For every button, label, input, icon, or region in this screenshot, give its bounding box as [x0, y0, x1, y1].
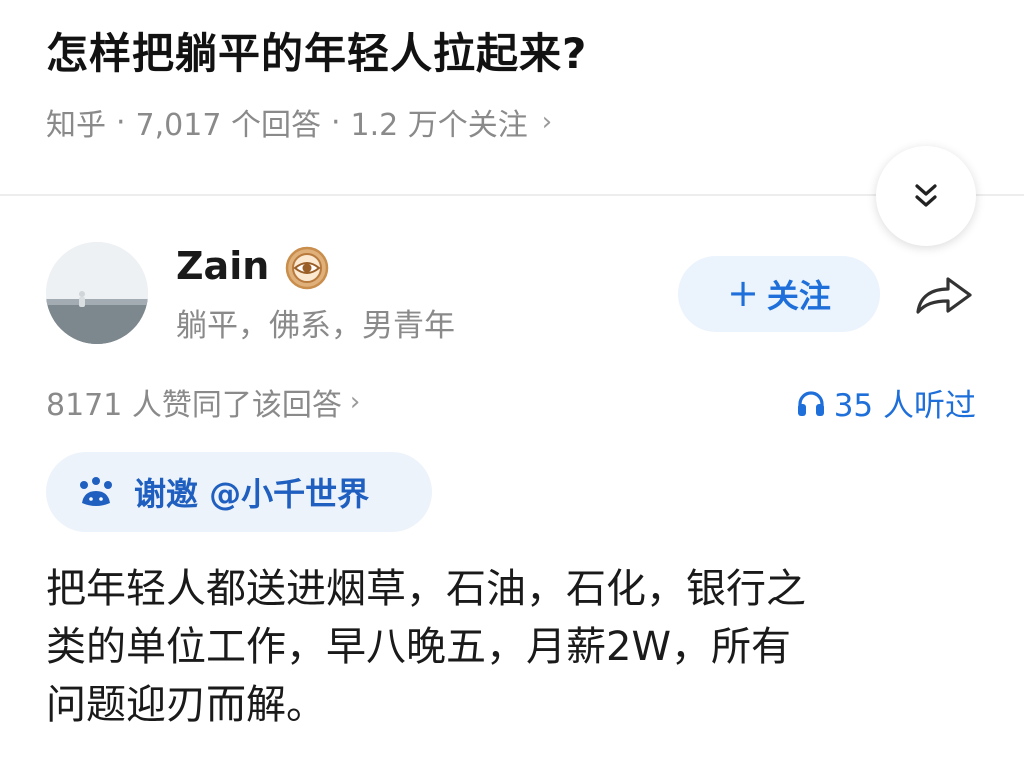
share-arrow-icon[interactable]: [912, 270, 976, 320]
double-chevron-down-icon: [915, 184, 937, 207]
meta-separator: ·: [330, 104, 341, 140]
avatar[interactable]: [46, 242, 148, 344]
follow-count: 1.2 万个关注: [350, 108, 528, 143]
invite-tag[interactable]: 谢邀 @小千世界: [46, 452, 432, 532]
question-title[interactable]: 怎样把躺平的年轻人拉起来?: [46, 20, 587, 81]
likes-count[interactable]: 8171 人赞同了该回答 ›: [46, 380, 360, 424]
answer-count: 7,017 个回答: [135, 108, 321, 143]
chevron-right-icon: ›: [541, 107, 553, 137]
question-meta[interactable]: 知乎 · 7,017 个回答 · 1.2 万个关注 ›: [46, 100, 552, 144]
author-bio: 躺平，佛系，男青年: [176, 308, 455, 344]
site-name: 知乎: [46, 108, 106, 143]
headphones-icon: [797, 390, 824, 416]
answer-line: 问题迎刃而解。: [46, 682, 326, 728]
answer-line: 把年轻人都送进烟草，石油，石化，银行之: [46, 566, 806, 612]
answer-line: 类的单位工作，早八晚五，月薪2W，所有: [46, 624, 791, 670]
listened-count[interactable]: 35 人听过: [796, 380, 976, 425]
plus-icon: +: [727, 270, 759, 315]
paw-icon: [80, 477, 112, 506]
collapse-button[interactable]: [876, 146, 976, 246]
eye-badge-icon: [285, 246, 329, 290]
listened-text: 35 人听过: [833, 388, 976, 424]
likes-text: 8171 人赞同了该回答: [46, 388, 342, 423]
avatar-image: [46, 242, 148, 344]
follow-label: 关注: [766, 277, 831, 315]
chevron-right-icon: ›: [349, 387, 361, 417]
author-name[interactable]: Zain: [176, 244, 269, 288]
follow-button[interactable]: + 关注: [678, 256, 880, 332]
meta-separator: ·: [116, 104, 126, 140]
invite-label: 谢邀 @小千世界: [134, 475, 370, 513]
divider: [0, 194, 1024, 196]
answer-content[interactable]: 把年轻人都送进烟草，石油，石化，银行之 类的单位工作，早八晚五，月薪2W，所有 …: [46, 560, 986, 734]
